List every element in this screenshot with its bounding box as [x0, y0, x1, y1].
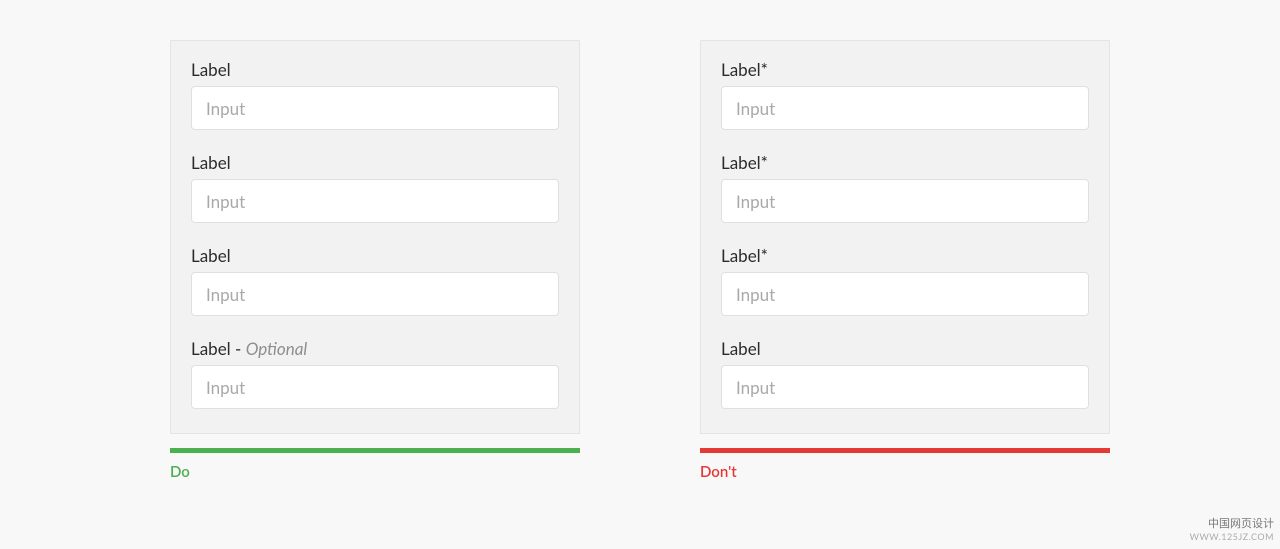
do-label-1: Label [191, 59, 559, 80]
watermark: 中国网页设计 WWW.125JZ.COM [1190, 517, 1274, 543]
do-label-2: Label [191, 152, 559, 173]
dont-label-3: Label* [721, 245, 1089, 266]
comparison-wrap: Label Label Label Label - Optional Do La… [0, 0, 1280, 481]
watermark-line1: 中国网页设计 [1190, 517, 1274, 531]
do-label-3: Label [191, 245, 559, 266]
optional-tag: Optional [246, 338, 308, 359]
do-field-1: Label [191, 59, 559, 130]
dont-bar [700, 448, 1110, 453]
do-caption: Do [170, 463, 580, 481]
do-input-1[interactable] [191, 86, 559, 130]
dont-column: Label* Label* Label* Label Don't [700, 40, 1110, 481]
dont-label-2: Label* [721, 152, 1089, 173]
do-input-2[interactable] [191, 179, 559, 223]
dont-field-2: Label* [721, 152, 1089, 223]
dont-input-4[interactable] [721, 365, 1089, 409]
dont-input-1[interactable] [721, 86, 1089, 130]
do-input-3[interactable] [191, 272, 559, 316]
do-field-2: Label [191, 152, 559, 223]
watermark-line2: WWW.125JZ.COM [1190, 531, 1274, 543]
dont-label-4: Label [721, 338, 1089, 359]
dont-panel: Label* Label* Label* Label [700, 40, 1110, 434]
do-input-4[interactable] [191, 365, 559, 409]
do-bar [170, 448, 580, 453]
dont-input-3[interactable] [721, 272, 1089, 316]
do-label-4: Label - Optional [191, 338, 559, 359]
do-panel: Label Label Label Label - Optional [170, 40, 580, 434]
dont-field-1: Label* [721, 59, 1089, 130]
do-column: Label Label Label Label - Optional Do [170, 40, 580, 481]
dont-field-4: Label [721, 338, 1089, 409]
do-field-3: Label [191, 245, 559, 316]
dont-input-2[interactable] [721, 179, 1089, 223]
dont-caption: Don't [700, 463, 1110, 481]
dont-label-1: Label* [721, 59, 1089, 80]
do-field-4: Label - Optional [191, 338, 559, 409]
dont-field-3: Label* [721, 245, 1089, 316]
